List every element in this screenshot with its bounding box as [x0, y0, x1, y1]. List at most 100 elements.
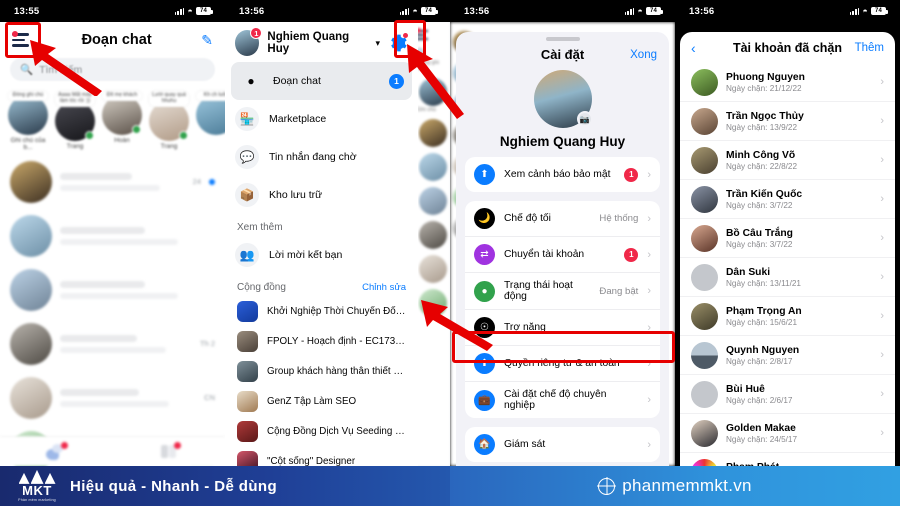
hamburger-menu-icon[interactable] [12, 31, 32, 47]
sidebar-item-label: Kho lưu trữ [269, 189, 323, 201]
story-item[interactable]: Kh ch luôn [196, 91, 225, 151]
stories-tab[interactable] [159, 441, 181, 460]
settings-row-label: Trợ năng [504, 322, 546, 333]
community-label: Cộng Đồng Dịch Vụ Seeding M... [267, 425, 406, 437]
stories-tab-badge [173, 441, 181, 449]
chat-list-item[interactable]: 24 [0, 155, 225, 209]
settings-row-accessibility[interactable]: ☉ Trợ năng › [465, 310, 660, 346]
blocked-list-item[interactable]: Phạm Phát Ngày chặn: 24/5/17 › [680, 453, 895, 466]
phone-panel-settings: 13:56 ◓ 74 Cài đặt Xong 📷 Nghiem Quang H… [450, 0, 675, 466]
blocked-list-item[interactable]: Dân Suki Ngày chặn: 13/11/21 › [680, 258, 895, 297]
account-switcher[interactable]: 1 Nghiem Quang Huy ▾ [225, 22, 418, 62]
gear-badge-dot [403, 33, 408, 38]
accessibility-icon: ☉ [474, 317, 495, 338]
compose-icon[interactable]: ✎ [201, 32, 213, 49]
story-item[interactable]: Aaaa Mất máy làm tóc rồi :)) Trang [55, 91, 95, 151]
blocked-date: Ngày chặn: 2/8/17 [726, 356, 793, 366]
chevron-left-icon[interactable]: ‹ [691, 40, 696, 56]
settings-row-professional-mode[interactable]: 💼 Cài đặt chế độ chuyên nghiệp › [465, 382, 660, 418]
battery-icon: 74 [196, 7, 213, 15]
sidebar-item-message-requests[interactable]: 💬 Tin nhắn đang chờ [225, 138, 418, 176]
chevron-right-icon: › [880, 427, 884, 439]
settings-row-privacy-safety[interactable]: ⬆ Quyền riêng tư & an toàn › [465, 346, 660, 382]
avatar [691, 419, 718, 447]
supervision-icon: 🏠 [474, 434, 495, 455]
blocked-list-item[interactable]: Trần Ngọc Thủy Ngày chặn: 13/9/22 › [680, 102, 895, 141]
settings-row-switch-account[interactable]: ⇄ Chuyển tài khoản 1 › [465, 237, 660, 273]
settings-row-label: Giám sát [504, 439, 546, 450]
sidebar-item-friend-requests[interactable]: 👥 Lời mời kết bạn [225, 236, 418, 274]
blocked-name: Bồ Câu Trắng [726, 227, 793, 239]
story-name: Trang [66, 142, 84, 150]
avatar: 1 [235, 27, 263, 56]
avatar[interactable]: 📷 [533, 70, 593, 128]
edit-communities-button[interactable]: Chỉnh sửa [362, 282, 406, 293]
mkt-logo: MKT Phần mềm marketing [16, 469, 58, 502]
settings-row-label: Chuyển tài khoản [504, 249, 585, 260]
section-header-more: Xem thêm [225, 214, 418, 236]
stories-row: Đóng ghi chú Ghi chú của b... Aaaa Mất m… [0, 81, 225, 155]
account-badge: 1 [250, 27, 263, 39]
phone-panel-blocked-accounts: 13:56 ◓ 74 ‹ Tài khoản đã chặn Thêm Phuo… [675, 0, 900, 466]
footer-url: phanmemmkt.vn [622, 476, 752, 495]
sidebar-item-label: Marketplace [269, 113, 327, 125]
blocked-list-item[interactable]: Quynh Nguyen Ngày chặn: 2/8/17 › [680, 336, 895, 375]
sidebar-item-marketplace[interactable]: 🏪 Marketplace [225, 100, 418, 138]
avatar [196, 94, 225, 135]
sidebar-item-chats[interactable]: ● Đoạn chat 1 [231, 62, 412, 100]
community-item[interactable]: GenZ Tập Làm SEO [225, 386, 418, 416]
blocked-date: Ngày chặn: 15/6/21 [726, 317, 798, 327]
settings-row-active-status[interactable]: ● Trạng thái hoạt động Đang bật › [465, 273, 660, 310]
gear-icon[interactable] [388, 33, 408, 53]
community-item[interactable]: Cộng Đồng Dịch Vụ Seeding M... [225, 416, 418, 446]
settings-row-security-alert[interactable]: ⬆ Xem cảnh báo bảo mật 1 › [465, 157, 660, 192]
blocked-list-item[interactable]: Bồ Câu Trắng Ngày chặn: 3/7/22 › [680, 219, 895, 258]
menu-drawer: 1 Nghiem Quang Huy ▾ ● Đoạn chat 1 🏪 Mar… [225, 22, 418, 466]
blocked-accounts-sheet: ‹ Tài khoản đã chặn Thêm Phuong Nguyen N… [680, 32, 895, 466]
blocked-list-item[interactable]: Phuong Nguyen Ngày chặn: 21/12/22 › [680, 63, 895, 102]
community-item[interactable]: FPOLY - Hoạch định - EC17333 [225, 326, 418, 356]
chat-list-item[interactable]: Th 2 [0, 317, 225, 371]
avatar [691, 107, 718, 135]
blocked-list-item[interactable]: Trần Kiến Quốc Ngày chặn: 3/7/22 › [680, 180, 895, 219]
blocked-list-item[interactable]: Phạm Trọng An Ngày chặn: 15/6/21 › [680, 297, 895, 336]
avatar [691, 146, 718, 174]
friends-icon: 👥 [235, 243, 259, 267]
community-item[interactable]: "Cột sống" Designer [225, 446, 418, 466]
chat-list-body: Đoạn chat ✎ 🔍 Tìm kiếm Đóng ghi chú Ghi … [0, 22, 225, 466]
chat-timestamp: CN [204, 393, 215, 403]
chevron-right-icon: › [647, 168, 651, 181]
blocked-list-item[interactable]: Minh Công Võ Ngày chặn: 22/8/22 › [680, 141, 895, 180]
avatar [10, 268, 52, 311]
chats-tab[interactable] [46, 441, 69, 460]
chat-list-item[interactable] [0, 209, 225, 263]
camera-icon[interactable]: 📷 [576, 111, 593, 127]
avatar [419, 187, 447, 215]
footer-left: MKT Phần mềm marketing Hiệu quả - Nhanh … [0, 466, 450, 506]
story-item[interactable]: Lười quay quá hhuhu Trang [149, 91, 189, 151]
story-item[interactable]: Đít mẹ khách Hoàn [102, 91, 142, 151]
chevron-right-icon: › [647, 285, 651, 297]
community-item[interactable]: Khởi Nghiệp Thời Chuyển Đổi Số [225, 296, 418, 326]
blocked-date: Ngày chặn: 13/11/21 [726, 278, 801, 288]
community-item[interactable]: Group khách hàng thân thiết Ki... [225, 356, 418, 386]
add-button[interactable]: Thêm [855, 42, 884, 54]
wifi-icon: ◓ [187, 5, 193, 16]
hamburger-menu-icon[interactable] [416, 28, 430, 40]
chat-list-item[interactable] [0, 263, 225, 317]
search-input[interactable]: 🔍 Tìm kiếm [10, 58, 215, 81]
chevron-right-icon: › [647, 438, 651, 451]
blocked-list-item[interactable]: Golden Makae Ngày chặn: 24/5/17 › [680, 414, 895, 453]
settings-row-dark-mode[interactable]: 🌙 Chế độ tối Hệ thống › [465, 201, 660, 237]
blocked-list-item[interactable]: Bùi Huê Ngày chặn: 2/6/17 › [680, 375, 895, 414]
chat-list-item[interactable]: CN [0, 371, 225, 425]
sidebar-item-archive[interactable]: 📦 Kho lưu trữ [225, 176, 418, 214]
blocked-name: Minh Công Võ [726, 149, 796, 161]
avatar [8, 94, 48, 135]
story-item[interactable]: Đóng ghi chú Ghi chú của b... [8, 91, 48, 151]
blocked-name: Trần Kiến Quốc [726, 188, 803, 200]
chevron-down-icon[interactable]: ▾ [375, 38, 380, 49]
status-badge: 1 [624, 167, 639, 182]
settings-row-supervision[interactable]: 🏠 Giám sát › [465, 427, 660, 462]
done-button[interactable]: Xong [630, 49, 657, 61]
